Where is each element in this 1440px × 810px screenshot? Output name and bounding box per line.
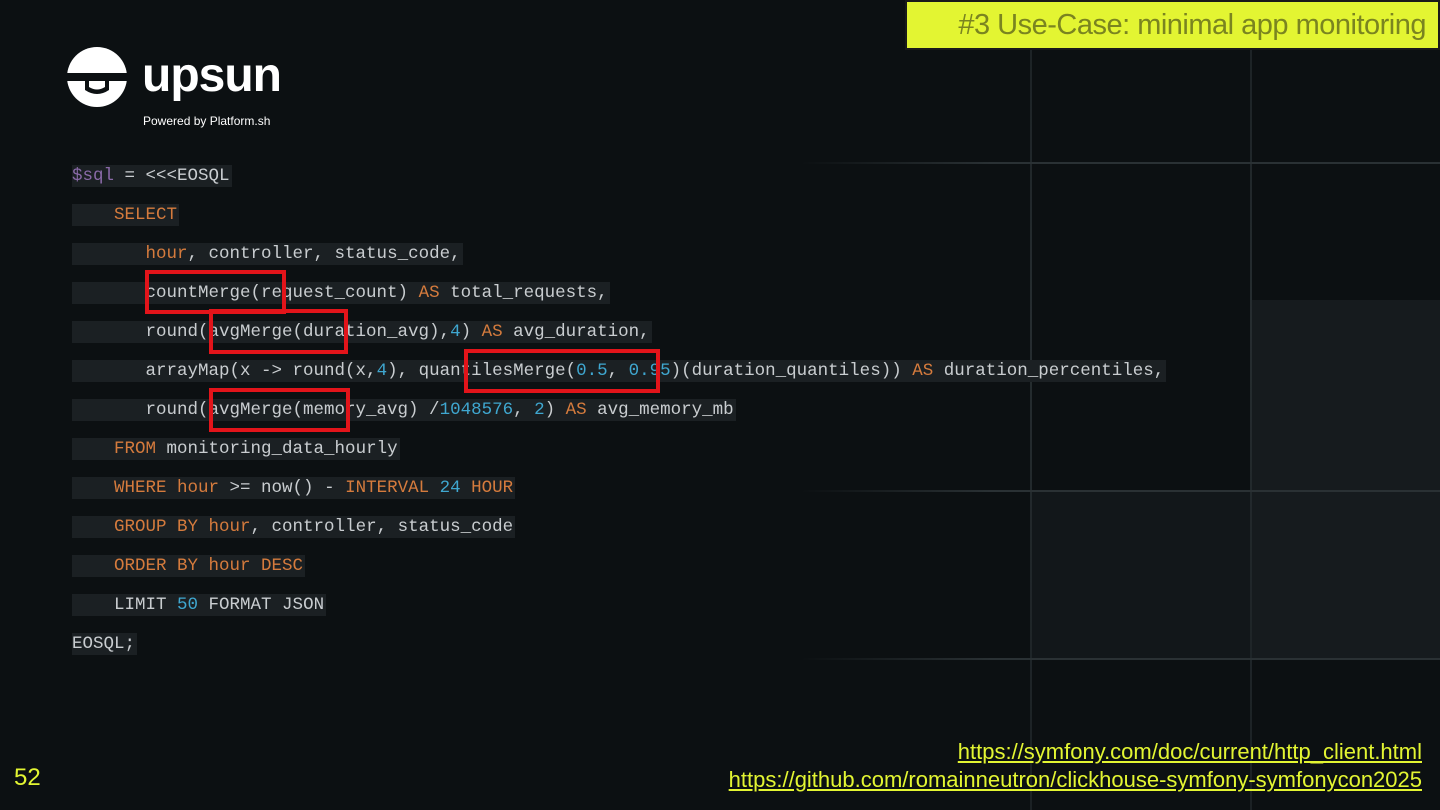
slide-title: #3 Use-Case: minimal app monitoring (958, 8, 1426, 41)
code-line-7: round(avgMerge(memory_avg) /1048576, 2) … (72, 399, 736, 421)
upsun-logo-icon (66, 47, 128, 107)
logo-tagline: Powered by Platform.sh (143, 114, 271, 128)
code-line-8: FROM monitoring_data_hourly (72, 438, 400, 460)
highlight-avgmerge-duration (209, 309, 348, 354)
code-line-13: EOSQL; (72, 633, 138, 655)
code-line-1: $sql = <<<EOSQL (72, 165, 232, 187)
code-line-10: GROUP BY hour, controller, status_code (72, 516, 516, 538)
code-line-2: SELECT (72, 204, 180, 226)
code-line-11: ORDER BY hour DESC (72, 555, 306, 577)
code-line-5: round(avgMerge(duration_avg),4) AS avg_d… (72, 321, 652, 343)
upsun-logo: upsun Powered by Platform.sh (66, 44, 306, 134)
code-line-12: LIMIT 50 FORMAT JSON (72, 594, 327, 616)
highlight-avgmerge-memory (209, 388, 350, 432)
link-github-repo[interactable]: https://github.com/romainneutron/clickho… (729, 766, 1422, 794)
page-number: 52 (14, 764, 41, 791)
code-line-9: WHERE hour >= now() - INTERVAL 24 HOUR (72, 477, 516, 499)
code-line-3: hour, controller, status_code, (72, 243, 463, 265)
highlight-quantilesmerge (464, 349, 660, 393)
slide-title-box: #3 Use-Case: minimal app monitoring (905, 0, 1440, 50)
reference-links: https://symfony.com/doc/current/http_cli… (729, 738, 1422, 794)
link-symfony-http-client[interactable]: https://symfony.com/doc/current/http_cli… (729, 738, 1422, 766)
logo-wordmark: upsun (142, 49, 282, 102)
highlight-countmerge (145, 270, 286, 314)
